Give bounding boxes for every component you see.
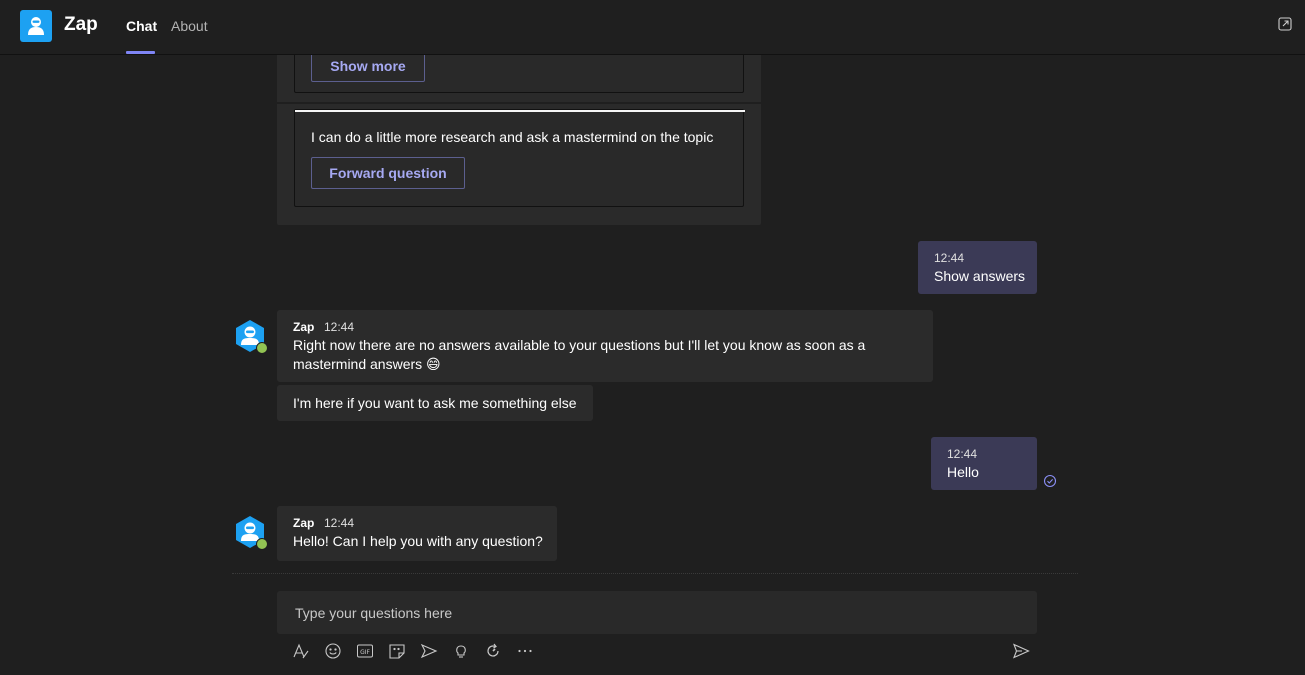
meet-now-icon[interactable]	[420, 642, 438, 660]
app-title: Zap	[64, 14, 98, 35]
card-section-top: Show more	[294, 55, 744, 93]
message-text: Show answers	[934, 268, 1026, 284]
bot-message: Zap 12:44 Right now there are no answers…	[277, 310, 933, 382]
read-receipt-icon	[1043, 474, 1057, 493]
card-section-research: I can do a little more research and ask …	[294, 109, 745, 207]
message-time: 12:44	[324, 516, 355, 530]
bot-avatar	[233, 319, 268, 354]
gif-icon[interactable]: GIF	[356, 642, 374, 660]
message-text: Hello! Can I help you with any question?	[293, 533, 543, 549]
show-more-button[interactable]: Show more	[311, 55, 425, 82]
message-text: Hello	[947, 464, 979, 480]
zap-app-icon	[20, 10, 52, 42]
svg-text:GIF: GIF	[360, 649, 370, 656]
message-text: Right now there are no answers available…	[293, 337, 866, 372]
tab-about[interactable]: About	[171, 18, 208, 34]
emoji-icon[interactable]	[324, 642, 342, 660]
message-text: I'm here if you want to ask me something…	[293, 395, 577, 411]
app-header: Zap Chat About	[0, 0, 1305, 55]
sender-name: Zap	[293, 516, 315, 530]
adaptive-card: Show more I can do a little more researc…	[277, 55, 761, 225]
sticker-icon[interactable]	[388, 642, 406, 660]
presence-available-icon	[256, 342, 268, 354]
popout-icon[interactable]	[1278, 17, 1292, 36]
compose-divider	[232, 573, 1078, 575]
card-separator	[277, 102, 761, 104]
forward-question-button[interactable]: Forward question	[311, 157, 465, 189]
bot-followup-message: I'm here if you want to ask me something…	[277, 385, 593, 421]
send-icon[interactable]	[1012, 642, 1030, 660]
message-time: 12:44	[324, 320, 355, 334]
bot-avatar	[233, 515, 268, 550]
research-text: I can do a little more research and ask …	[311, 129, 714, 145]
more-options-icon[interactable]	[516, 642, 534, 660]
active-tab-indicator	[126, 51, 155, 54]
message-time: 12:44	[934, 251, 965, 265]
praise-icon[interactable]	[452, 642, 470, 660]
compose-box[interactable]	[277, 591, 1037, 634]
format-icon[interactable]	[292, 642, 310, 660]
sender-name: Zap	[293, 320, 315, 334]
loop-icon[interactable]	[484, 642, 502, 660]
chat-area[interactable]: Show more I can do a little more researc…	[0, 55, 1305, 675]
teams-app: Zap Chat About Show more I can do a litt…	[0, 0, 1305, 675]
presence-available-icon	[256, 538, 268, 550]
message-time: 12:44	[947, 447, 978, 461]
tab-chat[interactable]: Chat	[126, 18, 157, 34]
my-message: 12:44 Show answers	[918, 241, 1037, 294]
my-message: 12:44 Hello	[931, 437, 1037, 490]
card-rule	[295, 110, 745, 112]
message-input[interactable]	[293, 601, 1017, 625]
bot-message: Zap 12:44 Hello! Can I help you with any…	[277, 506, 557, 561]
